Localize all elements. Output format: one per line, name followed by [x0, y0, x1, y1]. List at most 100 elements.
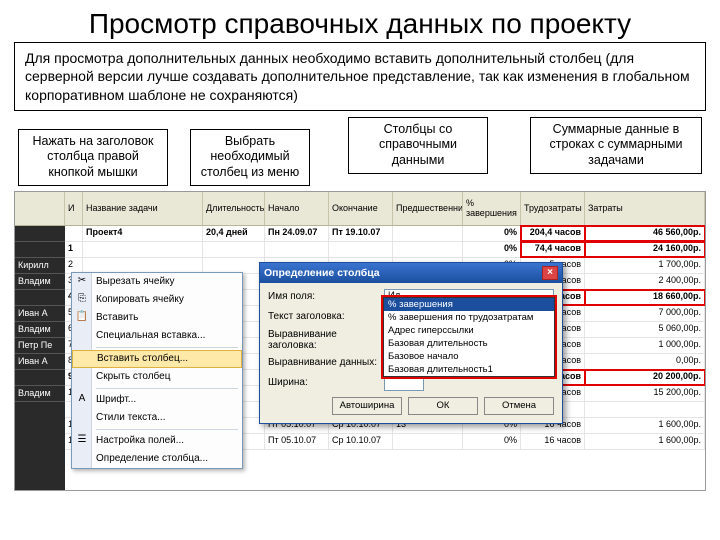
- col-pred[interactable]: Предшественники: [393, 192, 463, 225]
- left-row: Владим: [15, 274, 65, 290]
- cell[interactable]: [585, 402, 705, 417]
- col-duration[interactable]: Длительность: [203, 192, 265, 225]
- menu-item-icon: 📋: [75, 311, 89, 325]
- cell[interactable]: [203, 258, 265, 273]
- cell[interactable]: 46 560,00р.: [585, 226, 705, 241]
- left-row: [15, 290, 65, 306]
- menu-item-label: Скрыть столбец: [96, 371, 170, 382]
- menu-separator: [96, 388, 238, 389]
- dropdown-item[interactable]: Базовая длительность1: [384, 363, 554, 376]
- col-cost[interactable]: Затраты: [585, 192, 705, 225]
- menu-item-label: Вставить: [96, 312, 138, 323]
- menu-item-label: Специальная вставка...: [96, 330, 205, 341]
- close-icon[interactable]: ×: [542, 266, 558, 280]
- cell[interactable]: 18 660,00р.: [585, 290, 705, 305]
- cell[interactable]: 7 000,00р.: [585, 306, 705, 321]
- cell[interactable]: 1 000,00р.: [585, 338, 705, 353]
- cell[interactable]: 74,4 часов: [521, 242, 585, 257]
- cell[interactable]: Пт 19.10.07: [329, 226, 393, 241]
- col-rowheader[interactable]: [15, 192, 65, 225]
- cell[interactable]: [393, 226, 463, 241]
- cell[interactable]: 204,4 часов: [521, 226, 585, 241]
- cell[interactable]: 1 600,00р.: [585, 434, 705, 449]
- context-menu[interactable]: ✂Вырезать ячейку⎘Копировать ячейку 📋 Встав…: [71, 272, 243, 469]
- dropdown-item[interactable]: Адрес гиперссылки: [384, 324, 554, 337]
- cell[interactable]: Пт 05.10.07: [265, 434, 329, 449]
- cell[interactable]: 2 400,00р.: [585, 274, 705, 289]
- cell[interactable]: 15 200,00р.: [585, 386, 705, 401]
- callout-reference-columns: Столбцы со справочными данными: [348, 117, 488, 174]
- dialog-title-text: Определение столбца: [264, 267, 380, 279]
- menu-item-label: Шрифт...: [96, 394, 136, 405]
- left-row: Иван А: [15, 354, 65, 370]
- menu-item[interactable]: ✂Вырезать ячейку: [72, 273, 242, 291]
- cell[interactable]: [393, 434, 463, 449]
- col-start[interactable]: Начало: [265, 192, 329, 225]
- menu-item[interactable]: Определение столбца...: [72, 450, 242, 468]
- cell[interactable]: [393, 242, 463, 257]
- col-task-name[interactable]: Название задачи: [83, 192, 203, 225]
- left-row: Владим: [15, 386, 65, 402]
- cell[interactable]: [83, 258, 203, 273]
- menu-item-label: Настройка полей...: [96, 435, 184, 446]
- cell[interactable]: 20,4 дней: [203, 226, 265, 241]
- cell[interactable]: [329, 242, 393, 257]
- table-row[interactable]: 1 0%74,4 часов24 160,00р.: [65, 242, 705, 258]
- dropdown-item[interactable]: % завершения: [384, 298, 554, 311]
- cell[interactable]: 1 700,00р.: [585, 258, 705, 273]
- cell[interactable]: 0%: [463, 226, 521, 241]
- info-box: Для просмотра дополнительных данных необ…: [14, 42, 706, 111]
- cell[interactable]: 0%: [463, 434, 521, 449]
- cell[interactable]: Проект4: [83, 226, 203, 241]
- cancel-button[interactable]: Отмена: [484, 397, 554, 415]
- table-row[interactable]: Проект420,4 днейПн 24.09.07Пт 19.10.07 0%…: [65, 226, 705, 242]
- menu-item[interactable]: 📋 Вставить: [72, 309, 242, 327]
- menu-item[interactable]: ⎘Копировать ячейку: [72, 291, 242, 309]
- menu-item[interactable]: Специальная вставка...: [72, 327, 242, 345]
- menu-separator: [96, 429, 238, 430]
- cell[interactable]: 5 060,00р.: [585, 322, 705, 337]
- cell[interactable]: 2: [65, 258, 83, 273]
- left-row: [15, 242, 65, 258]
- slide-title: Просмотр справочных данных по проекту: [0, 0, 720, 40]
- col-pct[interactable]: % завершения: [463, 192, 521, 225]
- cell[interactable]: [265, 242, 329, 257]
- cell[interactable]: 20 200,00р.: [585, 370, 705, 385]
- left-row: [15, 226, 65, 242]
- cell[interactable]: 0,00р.: [585, 354, 705, 369]
- cell[interactable]: [65, 226, 83, 241]
- cell[interactable]: 0%: [463, 242, 521, 257]
- callout-rightclick: Нажать на заголовок столбца правой кнопк…: [18, 129, 168, 186]
- left-row: Иван А: [15, 306, 65, 322]
- field-dropdown[interactable]: % завершения% завершения по трудозатрата…: [383, 297, 555, 377]
- menu-item-label: Стили текста...: [96, 412, 165, 423]
- cell[interactable]: [83, 242, 203, 257]
- cell[interactable]: 24 160,00р.: [585, 242, 705, 257]
- menu-item[interactable]: Скрыть столбец: [72, 368, 242, 386]
- col-work[interactable]: Трудозатраты: [521, 192, 585, 225]
- auto-width-button[interactable]: Автоширина: [332, 397, 402, 415]
- cell[interactable]: 16 часов: [521, 434, 585, 449]
- col-indicator[interactable]: И: [65, 192, 83, 225]
- menu-item[interactable]: ☰Настройка полей...: [72, 432, 242, 450]
- menu-item[interactable]: A Шрифт...: [72, 391, 242, 409]
- cell[interactable]: 1 600,00р.: [585, 418, 705, 433]
- input-width[interactable]: [384, 375, 424, 391]
- column-headers[interactable]: И Название задачи Длительность Начало Ок…: [15, 192, 705, 226]
- menu-item-icon: A: [75, 393, 89, 407]
- cell[interactable]: Ср 10.10.07: [329, 434, 393, 449]
- cell[interactable]: [203, 242, 265, 257]
- dropdown-item[interactable]: Базовая длительность: [384, 337, 554, 350]
- cell[interactable]: Пн 24.09.07: [265, 226, 329, 241]
- col-end[interactable]: Окончание: [329, 192, 393, 225]
- cell[interactable]: 1: [65, 242, 83, 257]
- menu-separator: [96, 347, 238, 348]
- menu-item[interactable]: Стили текста...: [72, 409, 242, 427]
- dialog-titlebar[interactable]: Определение столбца ×: [260, 263, 562, 283]
- dropdown-item[interactable]: Базовое начало: [384, 350, 554, 363]
- ok-button[interactable]: ОК: [408, 397, 478, 415]
- menu-item-label: Вставить столбец...: [97, 353, 188, 364]
- left-row: Петр Пе: [15, 338, 65, 354]
- menu-item[interactable]: Вставить столбец...: [72, 350, 242, 368]
- dropdown-item[interactable]: % завершения по трудозатратам: [384, 311, 554, 324]
